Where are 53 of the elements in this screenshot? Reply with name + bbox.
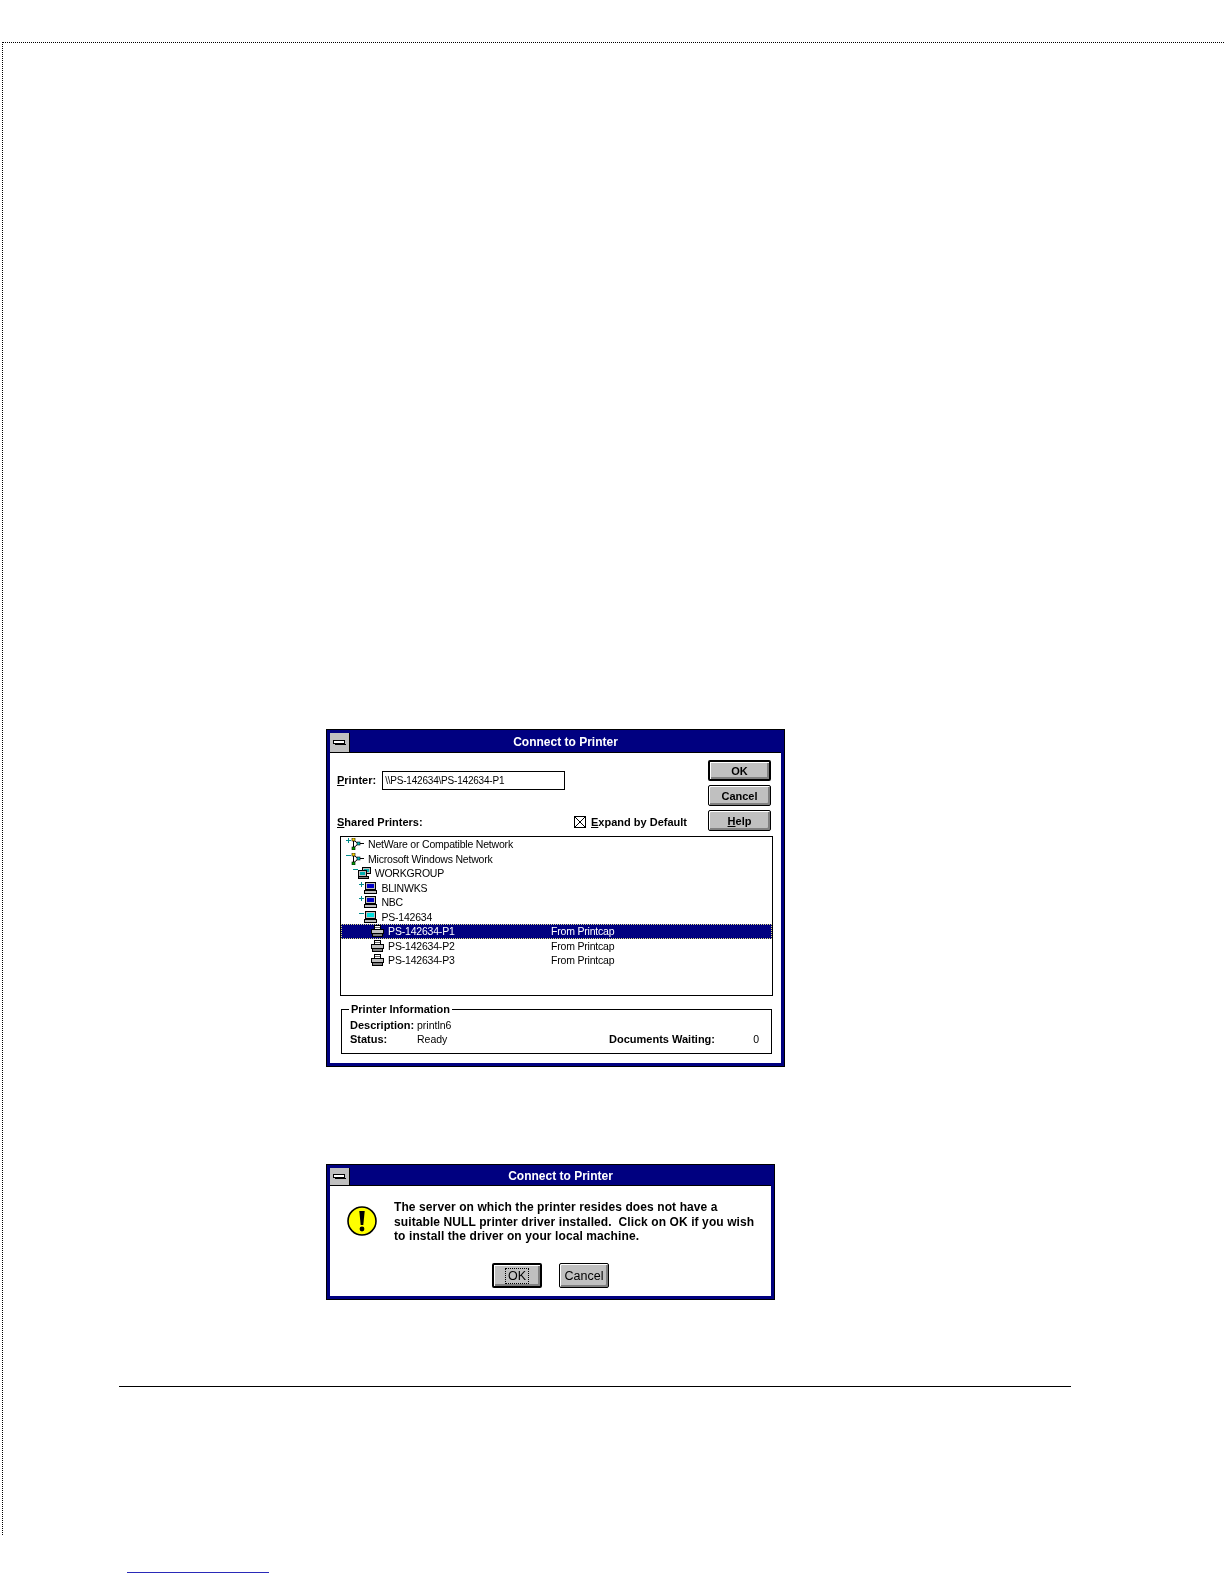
documents-waiting-value: 0 xyxy=(753,1033,759,1045)
shared-printers-label: Shared Printers: xyxy=(337,815,423,829)
tree-item[interactable]: Microsoft Windows Network xyxy=(341,851,772,866)
cancel-button[interactable]: Cancel xyxy=(708,785,771,806)
workgroup-icon xyxy=(357,867,371,880)
tree-item[interactable]: NetWare or Compatible Network xyxy=(341,837,772,852)
network-icon xyxy=(351,852,364,865)
printer-list[interactable]: NetWare or Compatible Network Microsoft Windows Network WORKGROUP BLINWKS NBC PS-142634 PS-142634-P1 From Printcap PS-142634-P2 From Printcap PS-142634-P3 From Printcap xyxy=(340,836,773,996)
printer-label: Printer: xyxy=(337,774,377,787)
system-menu-button[interactable] xyxy=(330,1168,350,1185)
status-value: Ready xyxy=(417,1033,448,1045)
tree-item[interactable]: PS-142634-P3 From Printcap xyxy=(341,953,772,968)
description-label: Description: xyxy=(350,1019,415,1031)
plus-icon[interactable] xyxy=(359,881,365,887)
printer-comment: From Printcap xyxy=(551,954,615,967)
tree-item[interactable]: PS-142634-P2 From Printcap xyxy=(341,938,772,953)
tree-item[interactable]: NBC xyxy=(341,895,772,910)
help-button[interactable]: Help xyxy=(708,810,771,831)
documents-waiting-label: Documents Waiting: xyxy=(609,1033,715,1045)
tree-item[interactable]: PS-142634-P1 From Printcap xyxy=(341,924,772,939)
printer-icon xyxy=(371,925,385,938)
ok-button[interactable]: OK xyxy=(708,760,771,781)
printer-icon xyxy=(371,939,385,952)
checkbox[interactable] xyxy=(574,816,586,828)
group-title: Printer Information xyxy=(350,1003,451,1015)
network-icon xyxy=(351,838,364,851)
description-value: println6 xyxy=(417,1019,452,1031)
cancel-button[interactable]: Cancel xyxy=(559,1263,609,1288)
tree-item[interactable]: PS-142634 xyxy=(341,909,772,924)
plus-icon[interactable] xyxy=(359,896,365,901)
checkbox-label[interactable]: Expand by Default xyxy=(591,815,687,829)
computer-icon xyxy=(364,881,378,894)
dash-icon xyxy=(333,1174,346,1179)
message-text: The server on which the printer resides does not have a suitable NULL printer driver installed. Click on OK if you wish to install the driver on your local machine. xyxy=(394,1200,755,1244)
minus-icon[interactable] xyxy=(346,852,351,858)
minus-icon[interactable] xyxy=(359,910,365,916)
tree-item[interactable]: WORKGROUP xyxy=(341,866,772,881)
printer-icon xyxy=(371,954,385,967)
minus-icon[interactable] xyxy=(352,867,358,872)
window-title: Connect to Printer xyxy=(508,1169,613,1184)
printer-comment: From Printcap xyxy=(551,925,615,938)
dash-icon xyxy=(333,740,346,745)
system-menu-button[interactable] xyxy=(330,733,350,752)
plus-icon[interactable] xyxy=(346,838,351,843)
tree-item[interactable]: BLINWKS xyxy=(341,880,772,895)
computer-icon xyxy=(364,910,378,923)
printer-comment: From Printcap xyxy=(551,939,615,952)
ok-button[interactable]: OK xyxy=(492,1263,542,1288)
printer-field[interactable]: \\PS-142634\PS-142634-P1 xyxy=(382,771,566,790)
computer-icon xyxy=(364,896,378,909)
exclamation-icon xyxy=(347,1206,377,1236)
window-title: Connect to Printer xyxy=(513,735,618,750)
status-label: Status: xyxy=(350,1033,388,1045)
